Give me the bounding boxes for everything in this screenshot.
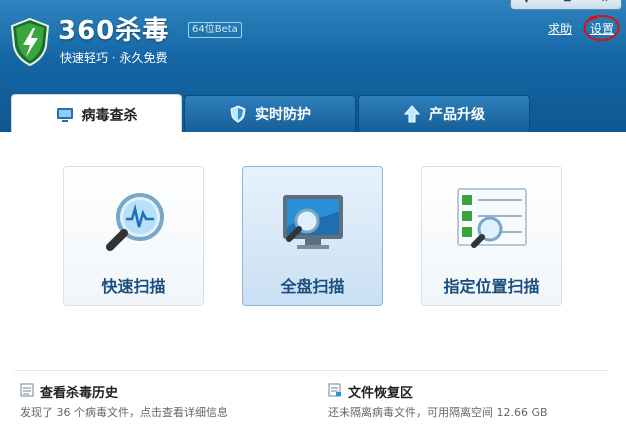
- restore-link[interactable]: 文件恢复区: [348, 382, 413, 401]
- divider: [14, 370, 608, 371]
- history-link[interactable]: 查看杀毒历史: [40, 382, 118, 401]
- magnifier-icon: [106, 193, 164, 251]
- quick-scan-button[interactable]: 快速扫描: [63, 166, 204, 306]
- app-slogan: 快速轻巧 · 永久免费: [60, 51, 168, 65]
- custom-scan-button[interactable]: 指定位置扫描: [421, 166, 562, 306]
- minimize-icon[interactable]: ▬: [563, 0, 572, 5]
- tab-label: 病毒查杀: [81, 107, 138, 124]
- full-scan-button[interactable]: 全盘扫描: [242, 166, 383, 306]
- monitor-magnifier-icon: [283, 195, 343, 249]
- custom-scan-label: 指定位置扫描: [443, 277, 540, 296]
- tab-label: 产品升级: [429, 107, 485, 123]
- restore-section: 文件恢复区 还未隔离病毒文件，可用隔离空间 12.66 GB: [328, 382, 618, 422]
- restore-file-icon: [328, 383, 341, 397]
- monitor-icon: [56, 107, 73, 122]
- shield-icon: [230, 105, 246, 123]
- tab-virus-scan[interactable]: 病毒查杀: [11, 94, 182, 132]
- document-icon: [20, 383, 34, 397]
- window-controls: ▼ ▬ ✕: [510, 0, 622, 10]
- scan-panel: 快速扫描 全盘扫描 指定位置扫描 查看杀毒历史 发现了 36 个病毒文件，点击查…: [0, 132, 626, 427]
- help-link[interactable]: 求助: [548, 20, 572, 37]
- checklist-magnifier-icon: [457, 188, 527, 248]
- tab-label: 实时防护: [255, 107, 311, 123]
- app-logo-text: 360杀毒: [58, 16, 170, 46]
- annotation-circle: [583, 15, 620, 42]
- history-section: 查看杀毒历史 发现了 36 个病毒文件，点击查看详细信息: [20, 382, 310, 422]
- up-arrow-icon: [403, 105, 421, 123]
- title-bar: 360杀毒 64位Beta 快速轻巧 · 永久免费 ▼ ▬ ✕ 求助 设置 病毒…: [0, 0, 626, 132]
- tab-product-upgrade[interactable]: 产品升级: [358, 95, 530, 132]
- close-icon[interactable]: ✕: [601, 0, 609, 5]
- menu-arrow-icon[interactable]: ▼: [523, 0, 530, 5]
- version-badge: 64位Beta: [188, 22, 242, 38]
- quick-scan-label: 快速扫描: [101, 277, 166, 296]
- logo-shield-icon: [10, 18, 50, 66]
- restore-description: 还未隔离病毒文件，可用隔离空间 12.66 GB: [328, 406, 548, 419]
- history-description: 发现了 36 个病毒文件，点击查看详细信息: [20, 406, 228, 419]
- full-scan-label: 全盘扫描: [280, 277, 345, 296]
- tab-realtime-protection[interactable]: 实时防护: [184, 95, 356, 132]
